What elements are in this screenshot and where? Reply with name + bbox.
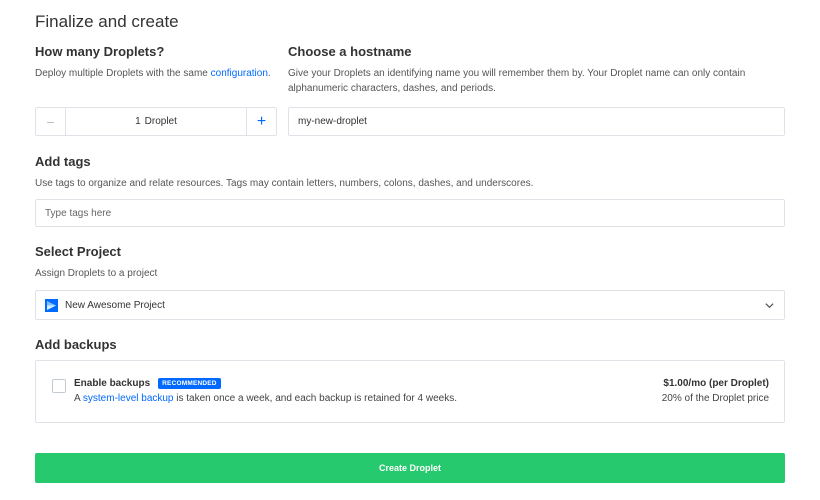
configuration-link[interactable]: configuration — [211, 68, 268, 79]
system-level-backup-link[interactable]: system-level backup — [83, 393, 174, 404]
droplets-description: Deploy multiple Droplets with the same c… — [35, 66, 280, 81]
droplet-count-stepper: − 1 Droplet + — [35, 107, 277, 136]
droplet-count-value: 1 Droplet — [66, 108, 246, 135]
increment-button[interactable]: + — [246, 108, 276, 135]
page-title: Finalize and create — [35, 12, 179, 31]
recommended-badge: RECOMMENDED — [158, 378, 221, 389]
enable-backups-checkbox[interactable] — [52, 379, 66, 393]
droplets-desc-suffix: . — [267, 68, 271, 79]
backups-panel: Enable backups RECOMMENDED A system-leve… — [35, 360, 785, 423]
project-icon — [45, 298, 58, 312]
backups-heading: Add backups — [35, 337, 117, 352]
hostname-description: Give your Droplets an identifying name y… — [288, 68, 746, 94]
backups-desc-suffix: is taken once a week, and each backup is… — [173, 393, 458, 404]
project-selected-value: New Awesome Project — [65, 299, 165, 311]
backup-price: $1.00/mo (per Droplet) — [663, 378, 769, 389]
tags-description: Use tags to organize and relate resource… — [35, 178, 534, 189]
project-select[interactable]: New Awesome Project — [35, 290, 785, 320]
backup-price-note: 20% of the Droplet price — [661, 393, 769, 404]
project-heading: Select Project — [35, 244, 121, 259]
chevron-down-icon — [765, 302, 774, 308]
enable-backups-label: Enable backups — [74, 378, 151, 389]
droplet-unit: Droplet — [144, 116, 177, 127]
decrement-button[interactable]: − — [36, 108, 66, 135]
create-droplet-button[interactable]: Create Droplet — [35, 453, 785, 483]
tags-heading: Add tags — [35, 154, 91, 169]
backups-desc-prefix: A — [74, 393, 83, 404]
droplets-heading: How many Droplets? — [35, 44, 165, 59]
backups-title-row: Enable backups RECOMMENDED — [74, 378, 221, 389]
tags-input[interactable]: Type tags here — [35, 199, 785, 227]
droplets-desc-prefix: Deploy multiple Droplets with the same — [35, 68, 211, 79]
hostname-input[interactable]: my-new-droplet — [288, 107, 785, 136]
hostname-heading: Choose a hostname — [288, 44, 412, 59]
backups-description: A system-level backup is taken once a we… — [74, 393, 457, 404]
droplet-count: 1 — [135, 116, 141, 127]
project-description: Assign Droplets to a project — [35, 268, 158, 279]
